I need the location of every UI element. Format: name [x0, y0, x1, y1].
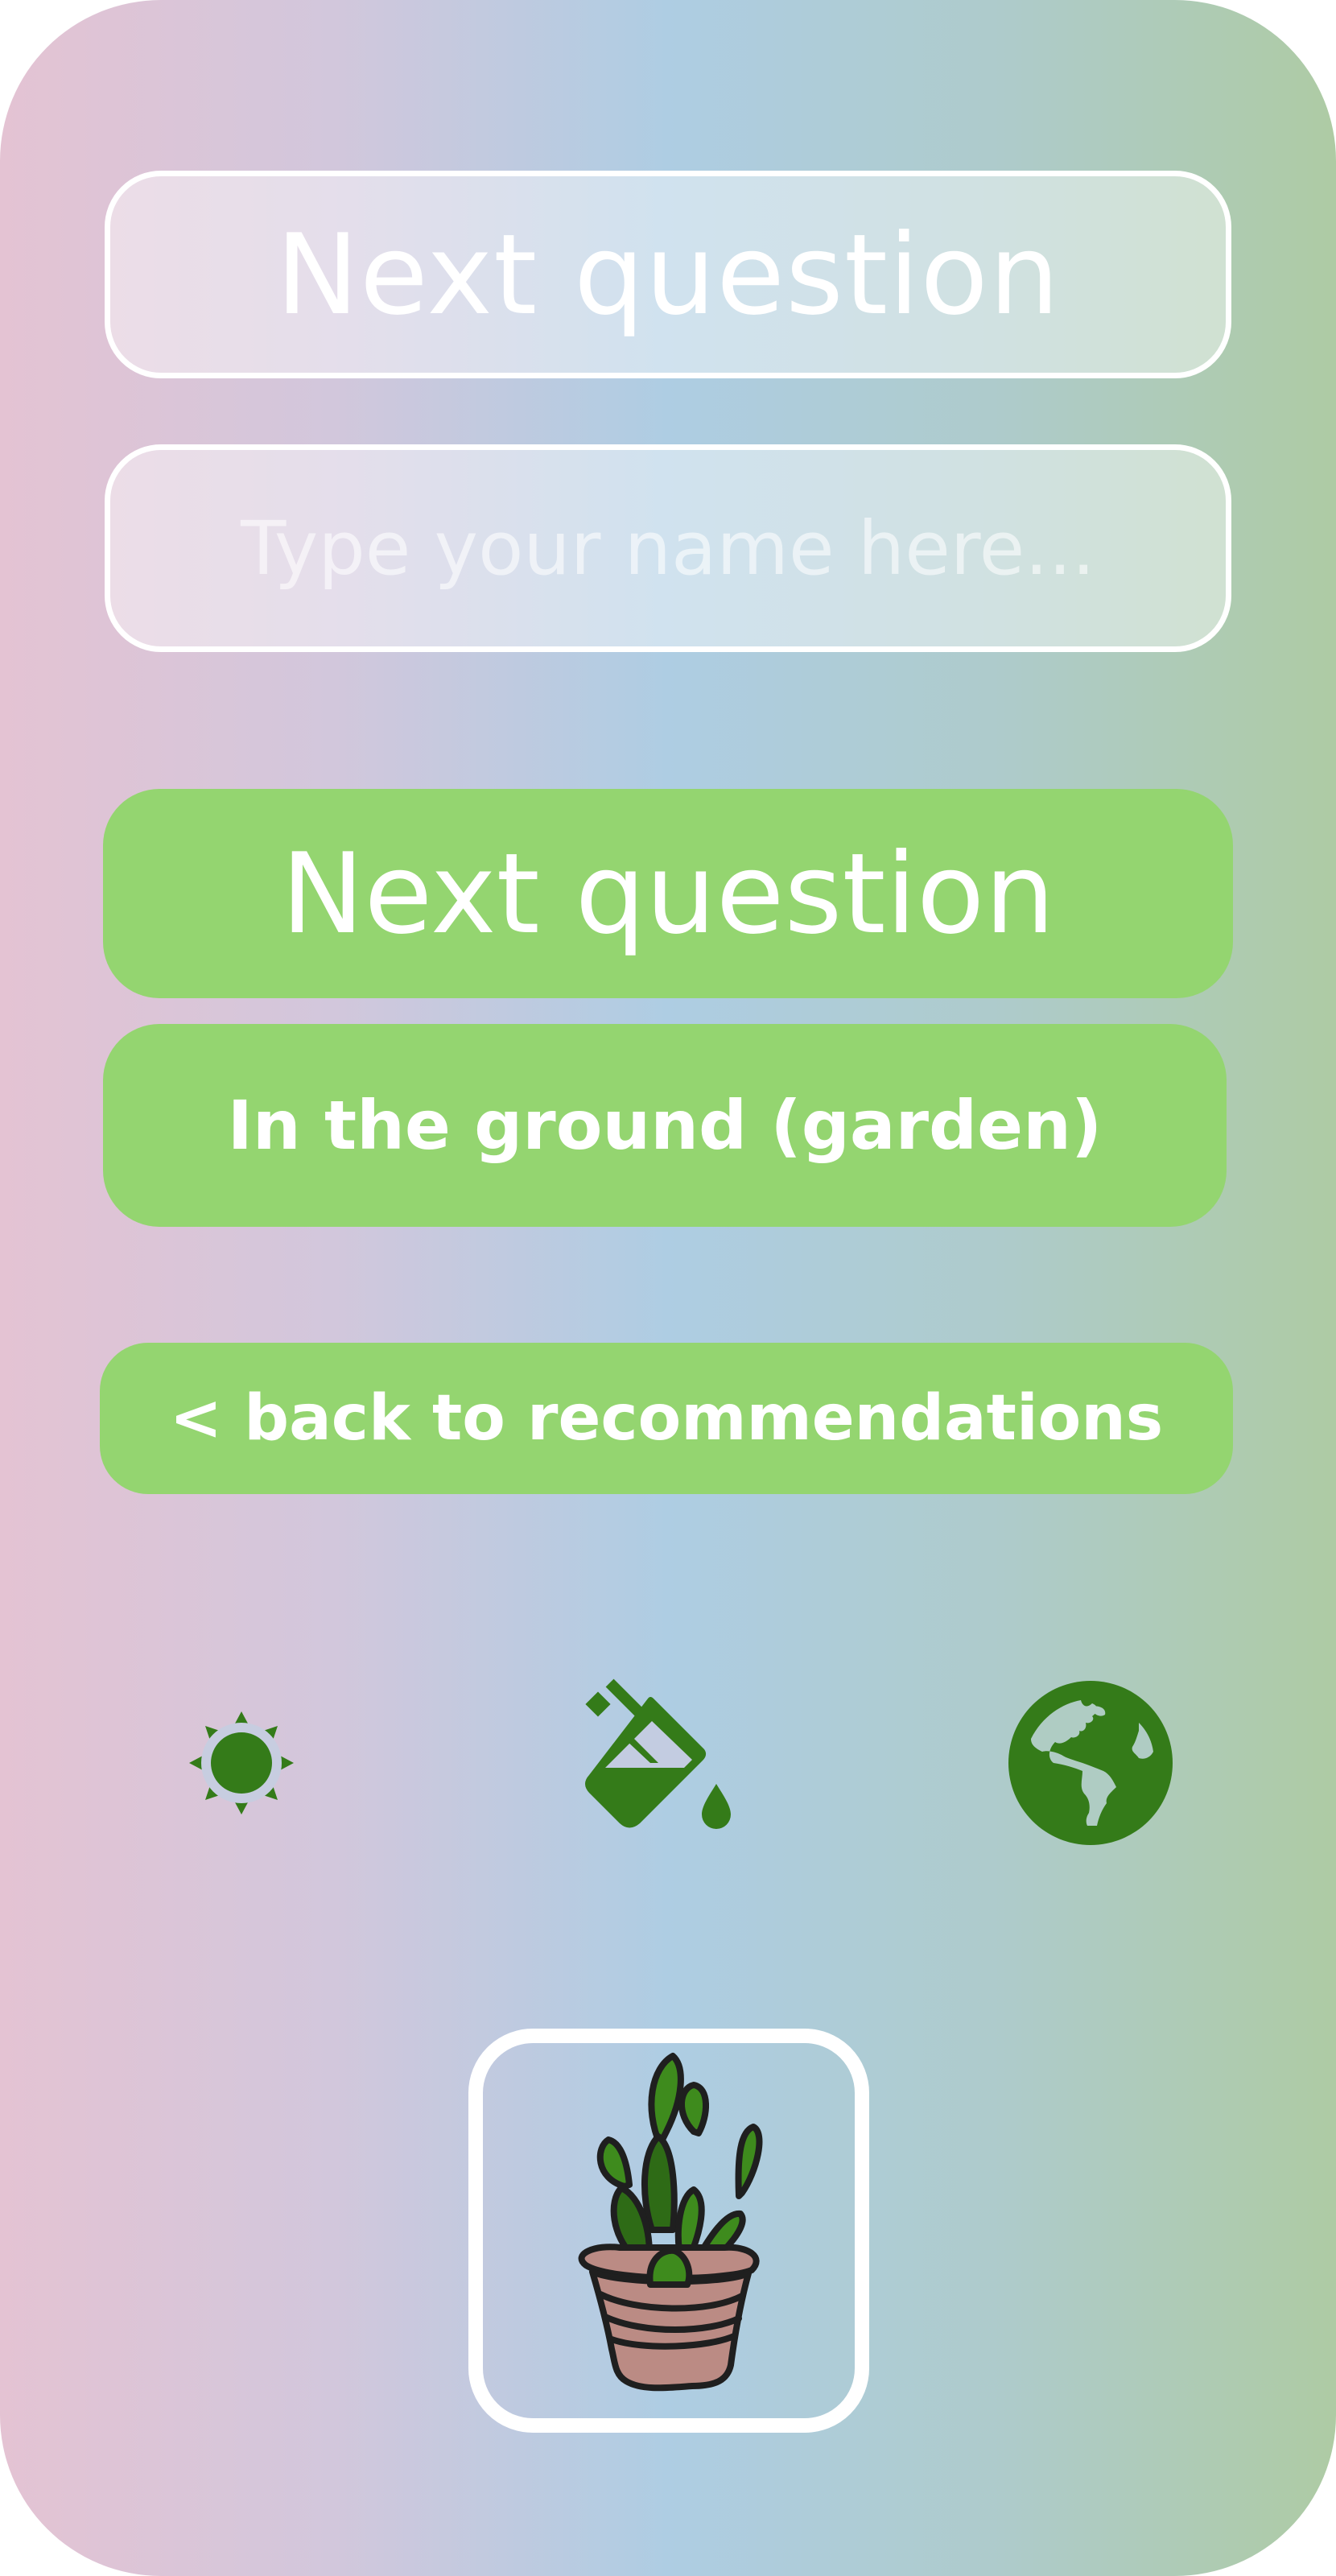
watering-can-icon[interactable]	[563, 1674, 740, 1852]
name-input[interactable]	[110, 450, 1226, 646]
app-screen: Next question Next question In the groun…	[0, 0, 1336, 2576]
globe-icon[interactable]	[1002, 1674, 1179, 1852]
next-question-button[interactable]: Next question	[103, 789, 1233, 998]
plant-image-card[interactable]	[468, 2029, 869, 2433]
name-field-container	[105, 444, 1231, 652]
next-question-outline-label: Next question	[275, 209, 1061, 340]
potted-plant-icon	[578, 2053, 763, 2392]
sun-icon[interactable]	[153, 1674, 330, 1852]
next-question-outline-button[interactable]: Next question	[105, 171, 1231, 378]
back-to-recommendations-button[interactable]: < back to recommendations	[100, 1343, 1233, 1494]
answer-option-button[interactable]: In the ground (garden)	[103, 1024, 1227, 1227]
